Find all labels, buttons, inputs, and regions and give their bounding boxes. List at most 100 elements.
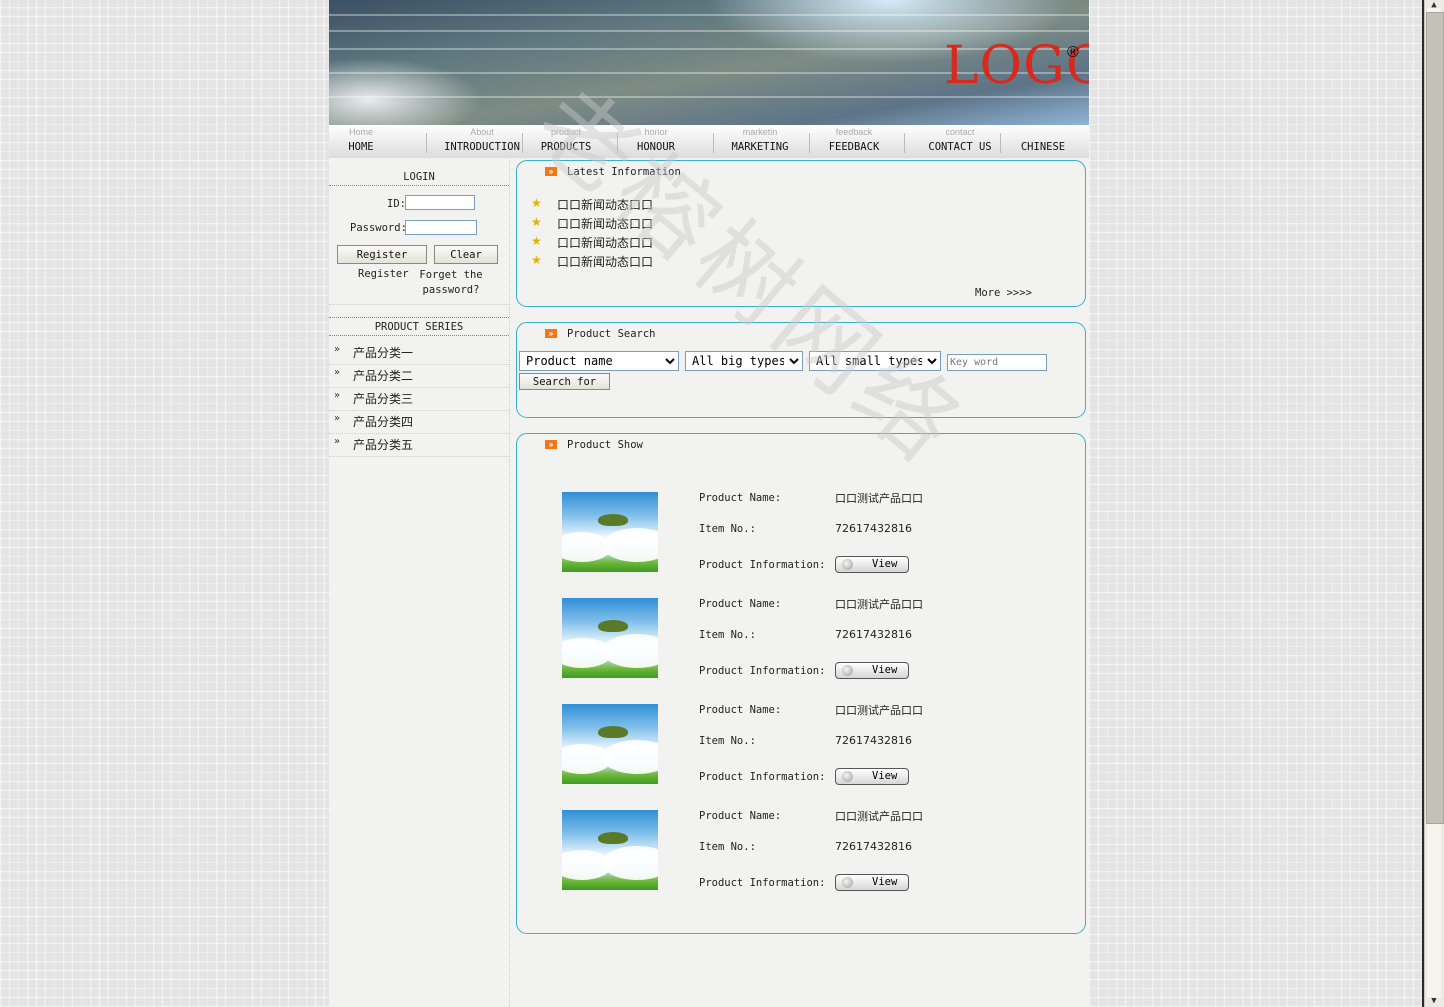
nav-honour[interactable]: honor HONOUR [624,125,688,158]
item-no-label: Item No.: [699,841,756,853]
view-button[interactable]: View [835,662,909,679]
nav-introduction[interactable]: About INTRODUCTION [439,125,525,158]
product-card: Product Name: 口口测试产品口口 Item No.: 7261743… [517,810,1083,900]
product-name-value: 口口测试产品口口 [835,810,923,823]
sidebar: LOGIN ID: Password: Register Clear Regis… [329,158,510,1007]
item-no-label: Item No.: [699,523,756,535]
scroll-down-icon[interactable]: ▼ [1427,996,1441,1006]
search-field-select[interactable]: Product name [519,351,679,371]
section-arrow-icon: » [545,440,557,449]
category-item[interactable]: » 产品分类一 [329,341,509,365]
magnifier-icon [842,559,853,570]
small-type-select[interactable]: All small types [809,351,941,371]
latest-information-title: Latest Information [567,166,681,178]
section-arrow-icon: » [545,167,557,176]
product-info-label: Product Information: [699,665,826,677]
star-icon: ★ [531,215,542,229]
category-label: 产品分类五 [353,438,414,452]
nav-label: FEEDBACK [828,141,880,153]
product-card: Product Name: 口口测试产品口口 Item No.: 7261743… [517,492,1083,582]
product-name-label: Product Name: [699,810,782,822]
product-image[interactable] [562,598,658,678]
more-link[interactable]: More >>>> [975,287,1032,299]
scrollbar-thumb[interactable] [1426,12,1444,824]
double-chevron-icon: » [334,390,341,401]
star-icon: ★ [531,253,542,267]
section-arrow-icon: » [545,329,557,338]
product-name-label: Product Name: [699,492,782,504]
news-item[interactable]: ★ 口口新闻动态口口 [531,234,653,250]
nav-sub-label: honor [644,127,668,137]
news-item[interactable]: ★ 口口新闻动态口口 [531,215,653,231]
nav-sub-label: Home [348,127,373,137]
forgot-password-link[interactable]: Forget the password? [418,268,484,298]
product-card: Product Name: 口口测试产品口口 Item No.: 7261743… [517,598,1083,688]
product-show-title: Product Show [567,439,643,451]
category-item[interactable]: » 产品分类四 [329,410,509,434]
nav-label: INTRODUCTION [444,141,520,153]
clear-button[interactable]: Clear [434,245,498,264]
search-button[interactable]: Search for [519,373,610,390]
category-item[interactable]: » 产品分类二 [329,364,509,388]
register-link[interactable]: Register [358,268,409,280]
keyword-input[interactable] [947,354,1047,371]
product-image[interactable] [562,704,658,784]
vertical-scrollbar[interactable]: ▲ ▼ [1424,0,1444,1007]
double-chevron-icon: » [334,413,341,424]
view-label: View [872,876,898,888]
product-image[interactable] [562,492,658,572]
nav-contact-us[interactable]: contact CONTACT US [917,125,1003,158]
nav-products[interactable]: product PRODUCTS [529,125,603,158]
double-chevron-icon: » [334,344,341,355]
view-label: View [872,664,898,676]
product-series-header: PRODUCT SERIES [329,317,509,336]
item-no-label: Item No.: [699,735,756,747]
product-info-label: Product Information: [699,877,826,889]
nav-label: MARKETING [731,141,789,153]
product-name-label: Product Name: [699,704,782,716]
double-chevron-icon: » [334,367,341,378]
magnifier-icon [842,877,853,888]
big-type-select[interactable]: All big types [685,351,803,371]
product-name-value: 口口测试产品口口 [835,598,923,611]
id-input[interactable] [405,195,475,210]
view-button[interactable]: View [835,768,909,785]
category-label: 产品分类四 [353,415,414,429]
product-image[interactable] [562,810,658,890]
item-no-value: 72617432816 [835,734,912,747]
nav-label: CONTACT US [928,141,992,153]
scroll-up-icon[interactable]: ▲ [1427,0,1441,10]
view-label: View [872,558,898,570]
news-item[interactable]: ★ 口口新闻动态口口 [531,196,653,212]
product-name-label: Product Name: [699,598,782,610]
nav-marketing[interactable]: marketin MARKETING [721,125,799,158]
nav-sub-label: marketin [742,127,778,137]
header-banner: LOGO ® [329,0,1089,125]
latest-information-panel: » Latest Information ★ 口口新闻动态口口 ★ 口口新闻动态… [516,160,1086,307]
view-label: View [872,770,898,782]
product-search-title: Product Search [567,328,656,340]
nav-label: CHINESE [1020,141,1066,153]
star-icon: ★ [531,234,542,248]
view-button[interactable]: View [835,874,909,891]
register-button[interactable]: Register [337,245,427,264]
nav-home[interactable]: Home HOME [329,125,393,158]
product-series-title: PRODUCT SERIES [329,318,509,336]
category-label: 产品分类二 [353,369,414,383]
news-title: 口口新闻动态口口 [557,255,654,269]
main-nav: Home HOME About INTRODUCTION product PRO… [329,125,1089,158]
nav-sub-label: About [470,127,494,137]
magnifier-icon [842,771,853,782]
view-button[interactable]: View [835,556,909,573]
id-label: ID: [387,198,406,210]
category-item[interactable]: » 产品分类五 [329,433,509,457]
product-info-label: Product Information: [699,559,826,571]
news-item[interactable]: ★ 口口新闻动态口口 [531,253,653,269]
category-item[interactable]: » 产品分类三 [329,387,509,411]
item-no-value: 72617432816 [835,522,912,535]
nav-feedback[interactable]: feedback FEEDBACK [819,125,889,158]
nav-chinese[interactable]: CHINESE [1013,125,1073,158]
page-container: LOGO ® Home HOME About INTRODUCTION prod… [329,0,1089,1007]
nav-sub-label: feedback [835,127,873,137]
password-input[interactable] [405,220,477,235]
